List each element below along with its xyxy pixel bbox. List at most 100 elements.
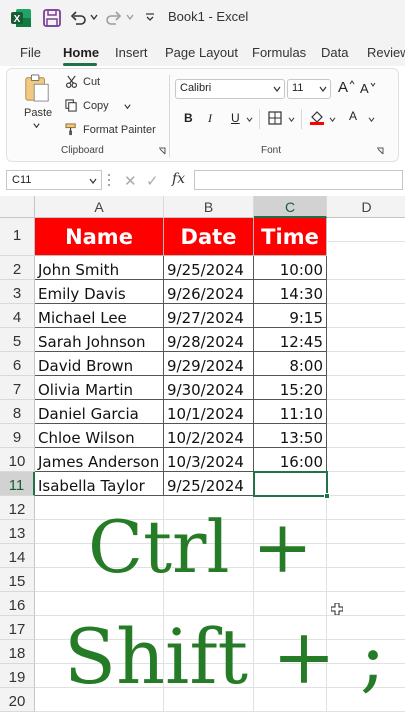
cell-c7[interactable]: 15:20 <box>254 376 327 400</box>
cell-c6[interactable]: 8:00 <box>254 352 327 376</box>
cell-d2[interactable] <box>327 256 405 280</box>
row-header-5[interactable]: 5 <box>0 328 35 352</box>
borders-icon[interactable] <box>268 111 282 125</box>
tab-file[interactable]: File <box>20 45 41 60</box>
cell-b7[interactable]: 9/30/2024 <box>164 376 254 400</box>
cell-a10[interactable]: James Anderson <box>35 448 164 472</box>
font-color-button[interactable]: A <box>347 109 361 127</box>
font-name-combo[interactable]: Calibri <box>175 79 285 99</box>
font-launcher-icon[interactable] <box>376 147 384 155</box>
cell-d5[interactable] <box>327 328 405 352</box>
column-header-a[interactable]: A <box>35 196 164 218</box>
cell-d6[interactable] <box>327 352 405 376</box>
tab-review[interactable]: Review <box>367 45 405 60</box>
row-header-8[interactable]: 8 <box>0 400 35 424</box>
redo-icon[interactable] <box>106 10 122 26</box>
row-header-16[interactable]: 16 <box>0 592 35 616</box>
cell-d3[interactable] <box>327 280 405 304</box>
customize-qat-icon[interactable] <box>144 11 156 23</box>
copy-dropdown-icon[interactable] <box>123 102 132 111</box>
name-box[interactable]: C11 <box>6 170 102 190</box>
redo-dropdown-icon[interactable] <box>125 12 135 22</box>
cell-a4[interactable]: Michael Lee <box>35 304 164 328</box>
cell-d8[interactable] <box>327 400 405 424</box>
column-header-c[interactable]: C <box>254 196 327 218</box>
row-header-2[interactable]: 2 <box>0 256 35 280</box>
underline-dropdown-icon[interactable] <box>246 117 253 122</box>
cell-d13[interactable] <box>327 520 405 544</box>
font-size-combo[interactable]: 11 <box>287 79 331 99</box>
undo-icon[interactable] <box>70 10 86 26</box>
row-header-17[interactable]: 17 <box>0 616 35 640</box>
cell-c10[interactable]: 16:00 <box>254 448 327 472</box>
undo-dropdown-icon[interactable] <box>89 12 99 22</box>
cell-d12[interactable] <box>327 496 405 520</box>
cell-a11[interactable]: Isabella Taylor <box>35 472 164 496</box>
column-header-d[interactable]: D <box>327 196 405 218</box>
cell-d11[interactable] <box>327 472 405 496</box>
underline-button[interactable]: U <box>231 111 240 125</box>
cell-c2[interactable]: 10:00 <box>254 256 327 280</box>
borders-dropdown-icon[interactable] <box>288 117 295 122</box>
format-painter-button[interactable]: Format Painter <box>63 121 163 139</box>
cell-b11[interactable]: 9/25/2024 <box>164 472 254 496</box>
cell-b8[interactable]: 10/1/2024 <box>164 400 254 424</box>
cell-c5[interactable]: 12:45 <box>254 328 327 352</box>
row-header-18[interactable]: 18 <box>0 640 35 664</box>
cell-a9[interactable]: Chloe Wilson <box>35 424 164 448</box>
cell-a2[interactable]: John Smith <box>35 256 164 280</box>
formula-input[interactable] <box>194 170 403 190</box>
cell-c3[interactable]: 14:30 <box>254 280 327 304</box>
tab-formulas[interactable]: Formulas <box>252 45 306 60</box>
tab-data[interactable]: Data <box>321 45 348 60</box>
row-header-19[interactable]: 19 <box>0 664 35 688</box>
fill-color-icon[interactable] <box>309 109 325 125</box>
cell-d7[interactable] <box>327 376 405 400</box>
row-header-20[interactable]: 20 <box>0 688 35 712</box>
cell-b1[interactable]: Date <box>164 218 254 256</box>
cell-d14[interactable] <box>327 544 405 568</box>
cell-d4[interactable] <box>327 304 405 328</box>
row-header-13[interactable]: 13 <box>0 520 35 544</box>
save-icon[interactable] <box>42 8 62 28</box>
row-header-14[interactable]: 14 <box>0 544 35 568</box>
row-header-15[interactable]: 15 <box>0 568 35 592</box>
select-all-corner[interactable] <box>0 196 35 218</box>
cell-a5[interactable]: Sarah Johnson <box>35 328 164 352</box>
insert-function-button[interactable]: fx <box>172 171 185 187</box>
cell-d9[interactable] <box>327 424 405 448</box>
confirm-entry-button[interactable]: ✓ <box>146 172 159 190</box>
cell-c1[interactable]: Time <box>254 218 327 256</box>
fill-handle[interactable] <box>324 493 330 499</box>
row-header-10[interactable]: 10 <box>0 448 35 472</box>
cell-b4[interactable]: 9/27/2024 <box>164 304 254 328</box>
tab-home[interactable]: Home <box>63 45 99 60</box>
tab-page-layout[interactable]: Page Layout <box>165 45 238 60</box>
row-header-6[interactable]: 6 <box>0 352 35 376</box>
cell-a7[interactable]: Olivia Martin <box>35 376 164 400</box>
cell-d15[interactable] <box>327 568 405 592</box>
clipboard-launcher-icon[interactable] <box>158 147 166 155</box>
cell-b6[interactable]: 9/29/2024 <box>164 352 254 376</box>
cell-d10[interactable] <box>327 448 405 472</box>
fill-color-dropdown-icon[interactable] <box>329 117 336 122</box>
cell-a8[interactable]: Daniel Garcia <box>35 400 164 424</box>
row-header-9[interactable]: 9 <box>0 424 35 448</box>
copy-button[interactable]: Copy <box>63 97 139 115</box>
font-color-dropdown-icon[interactable] <box>368 117 375 122</box>
row-header-11[interactable]: 11 <box>0 472 35 496</box>
cut-button[interactable]: Cut <box>63 73 133 91</box>
cell-b3[interactable]: 9/26/2024 <box>164 280 254 304</box>
cell-c4[interactable]: 9:15 <box>254 304 327 328</box>
cell-a1[interactable]: Name <box>35 218 164 256</box>
cell-d1[interactable] <box>327 218 405 242</box>
more-options-icon[interactable] <box>107 173 111 187</box>
row-header-1[interactable]: 1 <box>0 218 35 256</box>
paste-dropdown-icon[interactable] <box>32 121 41 130</box>
paste-button[interactable]: Paste <box>15 73 57 129</box>
row-header-4[interactable]: 4 <box>0 304 35 328</box>
cell-b10[interactable]: 10/3/2024 <box>164 448 254 472</box>
bold-button[interactable]: B <box>184 111 193 125</box>
cell-c8[interactable]: 11:10 <box>254 400 327 424</box>
active-cell-selection[interactable] <box>253 471 328 497</box>
